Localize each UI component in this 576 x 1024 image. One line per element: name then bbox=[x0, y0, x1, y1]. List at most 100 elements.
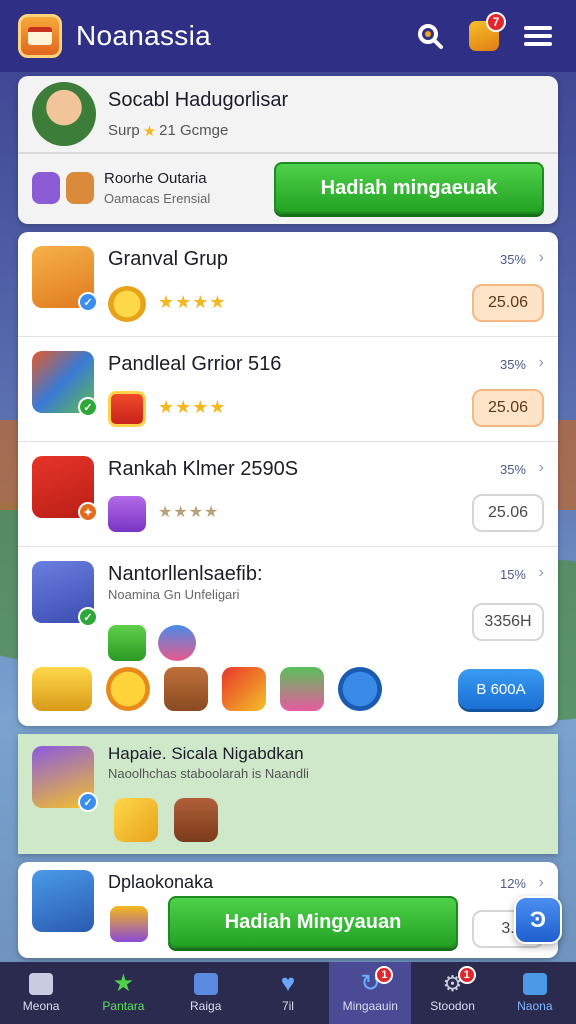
brown-fox-icon bbox=[164, 667, 208, 711]
notifications-button[interactable]: 7 bbox=[464, 12, 506, 56]
chevron-right-icon: › bbox=[538, 354, 544, 371]
rating-stars: ★★★★ bbox=[158, 504, 220, 521]
nav-label: Stoodon bbox=[430, 999, 475, 1013]
search-icon bbox=[418, 24, 443, 49]
group-name: Granval Grup bbox=[108, 248, 229, 270]
nav-item-naona[interactable]: Naona bbox=[494, 962, 576, 1024]
group-row[interactable]: ✦ Rankah Klmer 2590S 35% › ★★★★ 25.06 bbox=[18, 442, 558, 547]
nav-label: Mingaauin bbox=[342, 999, 398, 1013]
profile-subline: Surp ★ 21 Gcmge bbox=[108, 122, 288, 140]
bag-icon bbox=[522, 973, 547, 995]
nav-label: Raiga bbox=[190, 999, 222, 1013]
purple-chest-icon bbox=[108, 496, 146, 532]
nav-item-7il[interactable]: ♥ 7il bbox=[247, 962, 329, 1024]
chevron-right-icon: › bbox=[538, 459, 544, 476]
nav-item-mingaauin[interactable]: ↻ Mingaauin 1 bbox=[329, 962, 412, 1024]
nav-item-stoodon[interactable]: ⚙ Stoodon 1 bbox=[411, 962, 493, 1024]
blue-character-icon bbox=[158, 625, 196, 661]
floating-action-button[interactable]: Ͽ bbox=[514, 896, 562, 944]
group-row[interactable]: ✓ Granval Grup 35% › ★★★★ 25.06 bbox=[18, 232, 558, 337]
bonus-subtitle: Oamacas Erensial bbox=[104, 191, 211, 206]
group-avatar: ✓ bbox=[32, 561, 98, 627]
app-title: Noanassia bbox=[76, 20, 212, 51]
group-row[interactable]: ✓ Nantorllenlsaefib: Noamina Gn Unfeliga… bbox=[18, 547, 558, 726]
profile-name: Socabl Hadugorlisar bbox=[108, 88, 289, 111]
group-row[interactable]: ✓ Pandleal Grrior 516 35% › ★★★★ 25.06 bbox=[18, 337, 558, 442]
purple-treasure-icon bbox=[110, 906, 148, 942]
bonus-title: Roorhe Outaria bbox=[104, 170, 207, 187]
robot-character-icon bbox=[280, 667, 324, 711]
group-subtitle: Noamina Gn Unfeligari bbox=[108, 587, 240, 602]
menu-button[interactable] bbox=[518, 16, 558, 56]
rating-stars: ★★★★ bbox=[158, 397, 227, 417]
book-icon bbox=[193, 973, 218, 995]
gift-box-icon bbox=[108, 391, 146, 427]
star-icon: ★ bbox=[112, 970, 135, 997]
price-button[interactable]: 25.06 bbox=[472, 494, 544, 532]
gold-star-icon: ★ bbox=[142, 122, 157, 140]
rating-stars: ★★★★ bbox=[158, 292, 227, 312]
group-name: Rankah Klmer 2590S bbox=[108, 458, 299, 480]
gold-medal-icon bbox=[108, 286, 146, 322]
event-title: Hapaie. Sicala Nigabdkan bbox=[108, 744, 304, 763]
group-percent: 12% bbox=[499, 876, 526, 891]
brown-cat-icon bbox=[174, 798, 218, 842]
purple-character-icon bbox=[32, 172, 60, 204]
nav-badge: 1 bbox=[375, 966, 394, 984]
verified-badge-icon: ✓ bbox=[78, 292, 98, 312]
nav-item-pantara[interactable]: ★ Pantara bbox=[82, 962, 164, 1024]
bottom-navigation: Meona ★ Pantara Raiga ♥ 7il ↻ Mingaauin … bbox=[0, 962, 576, 1024]
event-subtitle: Naoolhchas staboolarah is Naandli bbox=[108, 766, 309, 781]
nav-item-shop[interactable]: Meona bbox=[0, 962, 82, 1024]
heart-icon: ♥ bbox=[280, 970, 296, 997]
chevron-right-icon: › bbox=[538, 564, 544, 581]
gold-bars-icon bbox=[32, 667, 92, 711]
hamburger-menu-icon bbox=[524, 26, 552, 46]
event-card[interactable]: ✓ Hapaie. Sicala Nigabdkan Naoolhchas st… bbox=[18, 734, 558, 854]
app-logo-icon[interactable] bbox=[18, 14, 62, 58]
price-button[interactable]: 25.06 bbox=[472, 389, 544, 427]
nav-label: Meona bbox=[22, 999, 60, 1013]
group-avatar: ✓ bbox=[32, 351, 98, 417]
group-percent: 35% bbox=[499, 357, 526, 372]
verified-badge-icon: ✓ bbox=[78, 792, 98, 812]
wrench-badge-icon: ✦ bbox=[78, 502, 98, 522]
price-button[interactable]: 25.06 bbox=[472, 284, 544, 322]
chevron-right-icon: › bbox=[538, 874, 544, 891]
search-button[interactable] bbox=[410, 16, 450, 56]
blue-fish-icon bbox=[338, 667, 382, 711]
chest-character-icon bbox=[66, 172, 94, 204]
group-name: Pandleal Grrior 516 bbox=[108, 353, 282, 375]
price-button[interactable]: 3356H bbox=[472, 603, 544, 641]
profile-sub-value: 21 Gcmge bbox=[159, 122, 229, 139]
profile-sub-prefix: Surp bbox=[108, 122, 140, 139]
group-percent: 35% bbox=[499, 462, 526, 477]
nav-item-raiga[interactable]: Raiga bbox=[165, 962, 247, 1024]
group-avatar bbox=[32, 870, 94, 932]
shop-icon bbox=[29, 973, 54, 995]
group-avatar: ✦ bbox=[32, 456, 98, 522]
red-gift-icon bbox=[222, 667, 266, 711]
group-percent: 35% bbox=[499, 252, 526, 267]
weekly-reward-button[interactable]: Hadiah mingaeuak bbox=[274, 162, 544, 214]
verified-badge-icon: ✓ bbox=[78, 607, 98, 627]
group-name: Dplaokonaka bbox=[108, 872, 214, 892]
profile-summary[interactable]: Socabl Hadugorlisar Surp ★ 21 Gcmge bbox=[18, 76, 558, 154]
weekly-reward-button-secondary[interactable]: Hadiah Mingyauan bbox=[168, 896, 458, 948]
nav-label: 7il bbox=[281, 999, 294, 1013]
group-list: ✓ Granval Grup 35% › ★★★★ 25.06 ✓ Pandle… bbox=[18, 232, 558, 726]
weekly-bonus-row: Roorhe Outaria Oamacas Erensial Hadiah m… bbox=[18, 154, 558, 222]
verified-badge-icon: ✓ bbox=[78, 397, 98, 417]
green-chest-icon bbox=[108, 625, 146, 661]
nav-label: Pantara bbox=[102, 999, 145, 1013]
notification-badge: 7 bbox=[486, 12, 506, 32]
nav-badge: 1 bbox=[457, 966, 476, 984]
gold-envelope-icon bbox=[114, 798, 158, 842]
event-avatar: ✓ bbox=[32, 746, 98, 812]
chevron-right-icon: › bbox=[538, 249, 544, 266]
group-row[interactable]: Dplaokonaka 12% › Hadiah Mingyauan 3. bbox=[18, 862, 558, 958]
claim-button[interactable]: B 600A bbox=[458, 669, 544, 709]
profile-card: Socabl Hadugorlisar Surp ★ 21 Gcmge Roor… bbox=[18, 76, 558, 224]
profile-avatar bbox=[32, 82, 96, 146]
top-header: Noanassia 7 bbox=[0, 0, 576, 72]
